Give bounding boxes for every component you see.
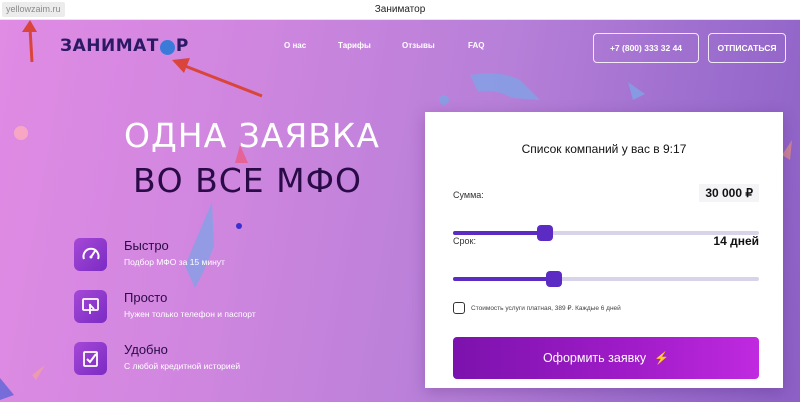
lightning-icon: ⚡ bbox=[654, 351, 670, 365]
browser-title-bar: yellowzaim.ru Заниматор bbox=[0, 0, 800, 20]
feature-subtitle: С любой кредитной историей bbox=[124, 361, 241, 371]
feature-subtitle: Нужен только телефон и паспорт bbox=[124, 309, 256, 319]
feature-subtitle: Подбор МФО за 15 минут bbox=[124, 257, 225, 267]
touch-screen-icon bbox=[74, 290, 107, 323]
feature-title: Удобно bbox=[124, 342, 168, 357]
feature-convenient: Удобно С любой кредитной историей bbox=[74, 342, 240, 375]
feature-simple: Просто Нужен только телефон и паспорт bbox=[74, 290, 256, 323]
logo-text-start: ЗАНИМАТ bbox=[60, 36, 159, 56]
loan-form-card: Список компаний у вас в 9:17 Сумма: 30 0… bbox=[425, 112, 783, 388]
submit-application-button[interactable]: Оформить заявку ⚡ bbox=[453, 337, 759, 379]
term-slider-fill bbox=[453, 277, 554, 281]
amount-value: 30 000 ₽ bbox=[699, 184, 759, 202]
amount-slider-fill bbox=[453, 231, 545, 235]
submit-label: Оформить заявку bbox=[542, 351, 647, 365]
amount-label: Сумма: bbox=[453, 190, 484, 200]
headline-line-1: ОДНА ЗАЯВКА bbox=[124, 116, 380, 155]
term-label: Срок: bbox=[453, 236, 476, 246]
site-logo[interactable]: ЗАНИМАТ Р bbox=[60, 35, 189, 57]
logo-text-end: Р bbox=[175, 36, 189, 56]
form-title: Список компаний у вас в 9:17 bbox=[521, 142, 687, 156]
consent-checkbox[interactable] bbox=[453, 302, 465, 314]
logo-globe-icon bbox=[159, 39, 175, 55]
phone-button[interactable]: +7 (800) 333 32 44 bbox=[593, 33, 699, 63]
checklist-icon bbox=[74, 342, 107, 375]
hero-section: ЗАНИМАТ Р О нас Тарифы Отзывы FAQ +7 (800… bbox=[0, 20, 800, 402]
nav-link-reviews[interactable]: Отзывы bbox=[402, 41, 435, 50]
term-slider-handle[interactable] bbox=[545, 271, 562, 287]
headline-line-2: ВО ВСЕ МФО bbox=[133, 161, 362, 200]
unsubscribe-button[interactable]: ОТПИСАТЬСЯ bbox=[708, 33, 786, 63]
amount-slider-handle[interactable] bbox=[536, 225, 553, 241]
window-title: Заниматор bbox=[374, 4, 426, 15]
nav-link-about[interactable]: О нас bbox=[284, 41, 306, 50]
consent-text: Стоимость услуги платная, 389 ₽. Каждые … bbox=[471, 305, 621, 312]
feature-title: Быстро bbox=[124, 238, 169, 253]
feature-fast: Быстро Подбор МФО за 15 минут bbox=[74, 238, 225, 271]
speedometer-icon bbox=[74, 238, 107, 271]
nav-link-tariffs[interactable]: Тарифы bbox=[338, 41, 371, 50]
feature-title: Просто bbox=[124, 290, 168, 305]
term-slider[interactable] bbox=[453, 271, 759, 287]
nav-link-faq[interactable]: FAQ bbox=[468, 41, 484, 50]
term-value: 14 дней bbox=[713, 234, 759, 248]
